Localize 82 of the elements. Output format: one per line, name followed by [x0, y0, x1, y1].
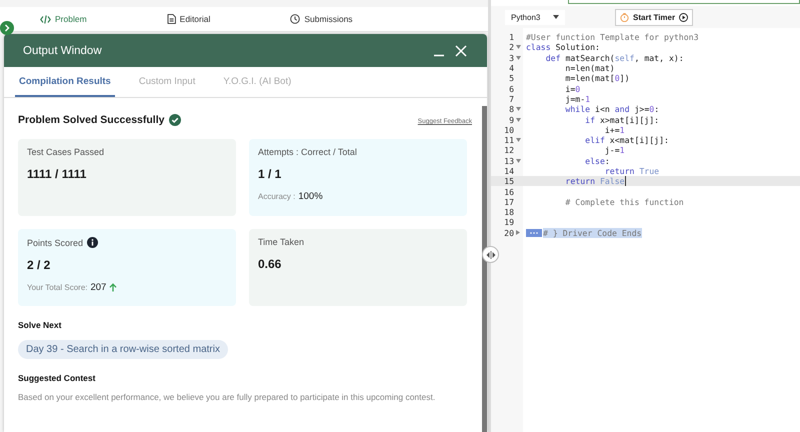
fold-caret-icon[interactable]	[516, 56, 521, 60]
line-number: 17	[504, 196, 514, 207]
stat-value: 0.66	[258, 257, 282, 271]
stat-note-value: 100%	[298, 191, 323, 202]
clock-icon	[290, 14, 300, 24]
fold-caret-icon[interactable]	[516, 118, 521, 122]
stat-label: Time Taken	[258, 237, 304, 247]
stat-label: Attempts : Correct / Total	[258, 147, 357, 157]
line-number: 18	[504, 207, 514, 218]
line-number: 1	[509, 32, 514, 42]
nav-tab[interactable]: Problem	[30, 14, 97, 24]
stat-note-label: Accuracy :	[258, 192, 296, 201]
document-icon	[166, 14, 176, 24]
code-line: if x>mat[i][j]:	[584, 114, 660, 125]
code-line: else:	[584, 156, 610, 166]
ellipsis-icon	[528, 230, 540, 236]
stat-value: 2 / 2	[27, 258, 52, 272]
resize-arrows-icon	[486, 250, 496, 258]
line-number: 3	[509, 52, 514, 63]
close-icon[interactable]	[455, 44, 467, 56]
section-heading: Suggested Contest	[18, 373, 96, 383]
code-icon	[40, 14, 51, 24]
code-line: return False	[564, 176, 625, 186]
text-cursor	[624, 176, 626, 186]
code-line: return True	[604, 166, 660, 176]
line-number: 19	[504, 217, 514, 228]
line-number: 12	[504, 145, 514, 156]
line-number: 9	[509, 114, 514, 125]
line-number: 20	[504, 228, 514, 238]
line-number: 10	[504, 124, 514, 135]
stat-label: Test Cases Passed	[27, 147, 104, 157]
stat-value: 1111 / 1111	[27, 167, 88, 181]
code-line: i+=1	[604, 124, 625, 135]
fold-caret-icon[interactable]	[516, 45, 521, 50]
chevron-right-icon	[3, 24, 11, 32]
line-number: 4	[509, 63, 514, 74]
line-number: 16	[504, 186, 514, 197]
line-number: 5	[509, 73, 514, 84]
fold-caret-icon[interactable]	[516, 107, 521, 112]
code-line: i=0	[564, 84, 580, 94]
code-line: j-=1	[604, 145, 625, 156]
line-number: 6	[509, 84, 514, 94]
stat-note-label: Your Total Score:	[27, 283, 88, 292]
nav-tab[interactable]: Editorial	[156, 14, 220, 24]
fold-caret-icon[interactable]	[516, 138, 521, 142]
caret-icon	[553, 15, 559, 19]
contest-text: Based on your excellent performance, we believe you are fully prepared to participate in this upcoming contest.	[18, 392, 436, 402]
code-line: while i<n and j>=0:	[564, 104, 660, 114]
code-line: m=len(mat[0])	[564, 73, 630, 84]
fold-caret-icon[interactable]	[516, 158, 521, 163]
start-timer-button[interactable]: Start Timer	[615, 8, 694, 26]
section-heading: Solve Next	[18, 320, 62, 330]
check-circle-icon	[169, 114, 182, 126]
code-line: n=len(mat)	[564, 63, 615, 74]
tab[interactable]: Compilation Results	[15, 67, 115, 97]
stat-label: Points Scored	[27, 238, 84, 248]
code-line: j=m-1	[564, 94, 590, 104]
expand-button[interactable]	[0, 21, 14, 35]
status-heading: Problem Solved Successfully	[18, 114, 164, 126]
code-line: def matSearch(self, mat, x):	[544, 52, 684, 63]
scrollbar[interactable]	[482, 106, 487, 432]
line-number: 13	[504, 156, 514, 166]
problem-link[interactable]: Day 39 - Search in a row-wise sorted matrix	[18, 340, 228, 359]
stat-note-value: 207	[90, 282, 106, 293]
line-number: 11	[504, 135, 514, 146]
line-number: 14	[504, 166, 514, 176]
line-number: 8	[509, 104, 514, 114]
stat-value: 1 / 1	[258, 167, 282, 181]
language-dropdown[interactable]: Python3	[505, 10, 565, 24]
line-number: 2	[509, 42, 514, 52]
folded-code-marker[interactable]	[526, 228, 542, 237]
line-number: 15	[504, 176, 514, 186]
nav-tab[interactable]: Submissions	[280, 14, 363, 24]
play-circle-icon	[679, 12, 688, 22]
fold-caret-icon[interactable]	[516, 230, 520, 236]
code-line: elif x<mat[i][j]:	[584, 135, 669, 146]
code-line: # Complete this function	[564, 196, 684, 207]
code-line: #User function Template for python3	[526, 32, 699, 42]
window-title: Output Window	[23, 44, 102, 56]
line-number: 7	[509, 94, 514, 104]
code-line: class Solution:	[526, 42, 600, 52]
timer-icon	[620, 12, 629, 22]
